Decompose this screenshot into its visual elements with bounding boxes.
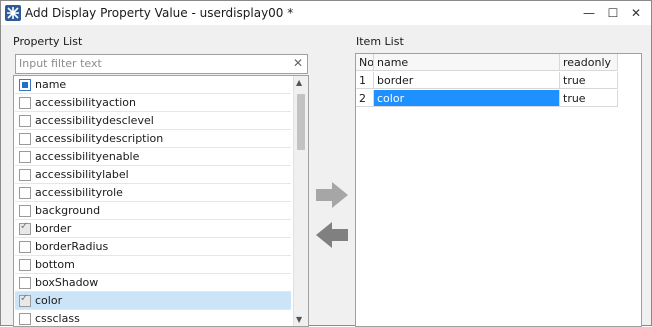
scroll-up-icon[interactable]: ▲ (296, 78, 302, 87)
item-checkbox[interactable] (19, 187, 31, 199)
property-list[interactable]: name accessibilityaction accessibilitydes… (13, 75, 309, 327)
item-label: color (35, 294, 63, 307)
item-label: accessibilitydesclevel (35, 114, 154, 127)
list-item[interactable]: border (15, 220, 291, 238)
item-checkbox[interactable] (19, 313, 31, 325)
list-item[interactable]: accessibilityenable (15, 148, 291, 166)
scroll-down-icon[interactable]: ▼ (296, 315, 302, 324)
table-cell-no[interactable]: 1 (356, 72, 374, 89)
item-checkbox[interactable] (19, 241, 31, 253)
item-label: bottom (35, 258, 75, 271)
clear-filter-icon[interactable]: ✕ (293, 56, 303, 70)
list-item[interactable]: background (15, 202, 291, 220)
move-right-arrow-icon[interactable] (314, 180, 350, 210)
item-checkbox[interactable] (19, 133, 31, 145)
table-cell-no[interactable]: 2 (356, 90, 374, 107)
item-label: accessibilityaction (35, 96, 136, 109)
item-checkbox[interactable] (19, 277, 31, 289)
item-label: background (35, 204, 101, 217)
item-checkbox[interactable] (19, 97, 31, 109)
item-list-grid[interactable]: No name readonly 1 border true 2 color true (355, 53, 642, 327)
table-cell-readonly[interactable]: true (560, 72, 618, 89)
header-name-label: name (35, 78, 67, 91)
item-label: boxShadow (35, 276, 99, 289)
list-item[interactable]: accessibilityrole (15, 184, 291, 202)
list-item[interactable]: accessibilityaction (15, 94, 291, 112)
item-label: accessibilityrole (35, 186, 123, 199)
column-header[interactable]: No (356, 54, 374, 71)
window-title: Add Display Property Value - userdisplay… (25, 6, 294, 20)
item-label: border (35, 222, 72, 235)
item-checkbox[interactable] (19, 293, 31, 307)
scroll-thumb[interactable] (297, 94, 305, 150)
list-item[interactable]: bottom (15, 256, 291, 274)
item-checkbox[interactable] (19, 205, 31, 217)
filter-input[interactable] (19, 56, 285, 71)
list-item[interactable]: color (15, 292, 291, 310)
item-checkbox[interactable] (19, 259, 31, 271)
dialog-window: Add Display Property Value - userdisplay… (0, 0, 652, 327)
table-cell-name[interactable]: border (374, 72, 560, 89)
list-item[interactable]: accessibilitydesclevel (15, 112, 291, 130)
app-icon (5, 5, 21, 21)
minimize-icon[interactable]: — (580, 4, 598, 22)
item-checkbox[interactable] (19, 221, 31, 235)
column-header[interactable]: readonly (560, 54, 618, 71)
select-all-checkbox[interactable] (19, 79, 31, 91)
item-list-label: Item List (356, 35, 404, 48)
table-cell-name[interactable]: color (374, 90, 560, 107)
list-item[interactable]: borderRadius (15, 238, 291, 256)
table-cell-readonly[interactable]: true (560, 90, 618, 107)
item-label: accessibilitydescription (35, 132, 164, 145)
column-header[interactable]: name (374, 54, 560, 71)
list-item[interactable]: boxShadow (15, 274, 291, 292)
vertical-scrollbar[interactable]: ▲ ▼ (293, 76, 308, 326)
item-label: cssclass (35, 312, 80, 325)
move-left-arrow-icon[interactable] (314, 220, 350, 250)
item-checkbox[interactable] (19, 115, 31, 127)
list-item[interactable]: accessibilitylabel (15, 166, 291, 184)
restore-icon[interactable]: ☐ (604, 4, 622, 22)
list-item[interactable]: cssclass (15, 310, 291, 326)
list-item[interactable]: accessibilitydescription (15, 130, 291, 148)
property-list-label: Property List (13, 35, 83, 48)
close-icon[interactable]: ✕ (627, 4, 645, 22)
title-bar: Add Display Property Value - userdisplay… (1, 1, 651, 25)
property-list-header[interactable]: name (15, 76, 291, 94)
item-label: accessibilityenable (35, 150, 140, 163)
item-checkbox[interactable] (19, 151, 31, 163)
item-checkbox[interactable] (19, 169, 31, 181)
item-label: accessibilitylabel (35, 168, 129, 181)
filter-field[interactable]: ✕ (15, 54, 308, 74)
item-label: borderRadius (35, 240, 109, 253)
